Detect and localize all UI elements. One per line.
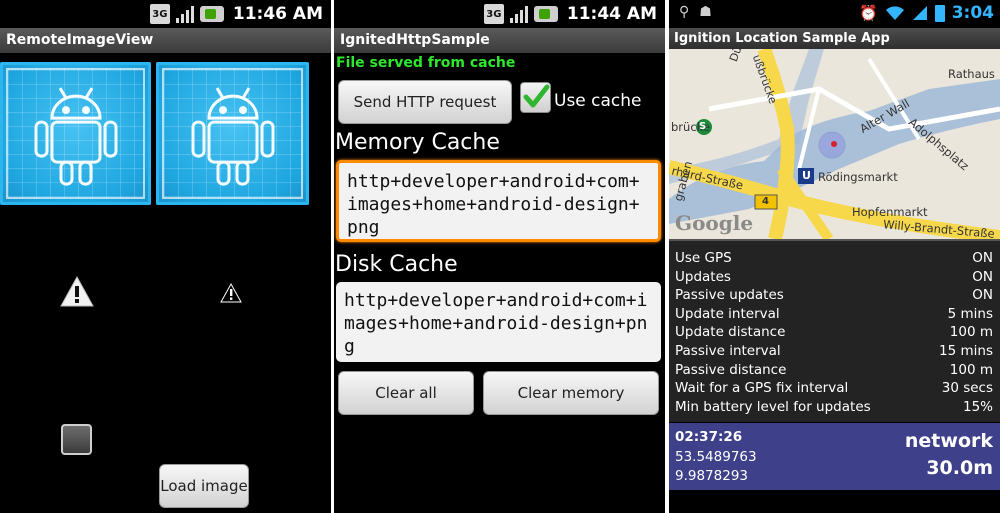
latitude: 53.5489763 <box>675 449 757 465</box>
setting-value: 15% <box>962 398 993 415</box>
settings-row: Update distance 100 m <box>669 323 1000 342</box>
setting-label: Passive updates <box>675 287 784 304</box>
setting-value: ON <box>972 287 993 304</box>
ubahn-icon: U <box>802 169 811 182</box>
setting-value: 5 mins <box>947 305 993 322</box>
settings-row: Use GPS ON <box>669 249 1000 268</box>
setting-value: ON <box>972 250 993 266</box>
image-checkbox[interactable] <box>61 424 92 455</box>
ignition-location-screen: ⚲ ☗ ⏰ 3:04 Ignition Location Sample App <box>669 0 1000 513</box>
setting-value: 15 mins <box>939 342 993 359</box>
settings-row: Passive updates ON <box>669 286 1000 305</box>
android-robot-icon <box>191 86 274 186</box>
map-view[interactable]: Rathaus Düsternstraße ußbrücke brücke S … <box>669 49 1000 239</box>
battery-icon <box>934 4 945 22</box>
setting-label: Passive distance <box>675 361 787 378</box>
setting-value: ON <box>972 268 993 285</box>
3g-icon: 3G <box>149 4 170 24</box>
app-title: Ignition Location Sample App <box>669 28 1000 49</box>
signal-icon <box>912 6 927 20</box>
ignited-http-sample-screen: 3G 11:44 AM IgnitedHttpSample File serve… <box>334 0 665 513</box>
clear-all-button[interactable]: Clear all <box>338 371 474 415</box>
android-debug-icon: ☗ <box>699 4 712 20</box>
setting-label: Updates <box>675 268 731 285</box>
warning-small-icon <box>220 282 242 303</box>
status-time: 11:46 AM <box>232 4 323 24</box>
setting-label: Min battery level for updates <box>675 398 871 415</box>
accuracy: 30.0m <box>926 457 993 479</box>
remote-image-1[interactable] <box>0 62 151 205</box>
battery-icon <box>533 6 558 22</box>
status-time: 11:44 AM <box>566 4 657 24</box>
clear-memory-button[interactable]: Clear memory <box>483 371 659 415</box>
road-number: 4 <box>762 196 769 207</box>
app-title: IgnitedHttpSample <box>334 28 665 53</box>
status-time: 3:04 <box>951 3 994 23</box>
disk-cache-field[interactable]: http+developer+android+com+images+home+a… <box>336 282 661 362</box>
use-cache-checkbox[interactable] <box>520 82 551 113</box>
setting-value: 100 m <box>949 361 993 378</box>
settings-row: Passive distance 100 m <box>669 361 1000 380</box>
battery-icon <box>199 6 224 22</box>
status-bar: 3G 11:46 AM <box>0 0 331 28</box>
setting-label: Wait for a GPS fix interval <box>675 380 849 397</box>
map-label: Rödingsmarkt <box>818 170 898 184</box>
settings-row: Wait for a GPS fix interval 30 secs <box>669 379 1000 398</box>
longitude: 9.9878293 <box>675 468 749 484</box>
sbahn-icon: S <box>699 121 707 132</box>
warning-icon <box>60 275 94 307</box>
settings-row: Passive interval 15 mins <box>669 342 1000 361</box>
cache-status-message: File served from cache <box>336 55 516 71</box>
memory-cache-field[interactable]: http+developer+android+com+images+home+a… <box>336 160 661 242</box>
disk-cache-heading: Disk Cache <box>335 252 458 277</box>
settings-row: Min battery level for updates 15% <box>669 398 1000 417</box>
android-robot-icon <box>34 86 117 186</box>
settings-row: Updates ON <box>669 268 1000 287</box>
settings-list: Use GPS ON Updates ON Passive updates ON Updat… <box>669 239 1000 422</box>
usb-icon: ⚲ <box>679 4 690 20</box>
alarm-icon: ⏰ <box>859 4 878 22</box>
status-bar: ⚲ ☗ ⏰ 3:04 <box>669 0 1000 28</box>
memory-cache-heading: Memory Cache <box>335 130 500 155</box>
signal-icon <box>509 4 529 24</box>
signal-icon <box>175 4 195 24</box>
app-title: RemoteImageView <box>0 28 331 53</box>
status-bar: 3G 11:44 AM <box>334 0 665 28</box>
remote-image-view-screen: 3G 11:46 AM RemoteImageView Load image <box>0 0 331 513</box>
3g-icon: 3G <box>483 4 504 24</box>
setting-value: 100 m <box>949 324 993 341</box>
setting-label: Use GPS <box>675 250 732 266</box>
provider: network <box>904 430 993 452</box>
google-logo: Google <box>675 211 754 235</box>
map-label: Rathaus <box>948 67 995 81</box>
remote-image-2[interactable] <box>156 62 309 205</box>
location-status-panel: 02:37:26 53.5489763 9.9878293 network 30… <box>669 423 1000 490</box>
setting-label: Update interval <box>675 305 780 322</box>
checkmark-icon <box>523 84 550 108</box>
use-cache-label: Use cache <box>554 91 642 111</box>
setting-label: Update distance <box>675 324 786 341</box>
settings-row: Update interval 5 mins <box>669 305 1000 324</box>
load-image-button[interactable]: Load image <box>159 464 249 508</box>
fix-time: 02:37:26 <box>675 429 743 445</box>
setting-label: Passive interval <box>675 342 781 359</box>
wifi-icon <box>885 6 904 20</box>
setting-value: 30 secs <box>941 380 993 397</box>
send-http-request-button[interactable]: Send HTTP request <box>338 80 512 124</box>
